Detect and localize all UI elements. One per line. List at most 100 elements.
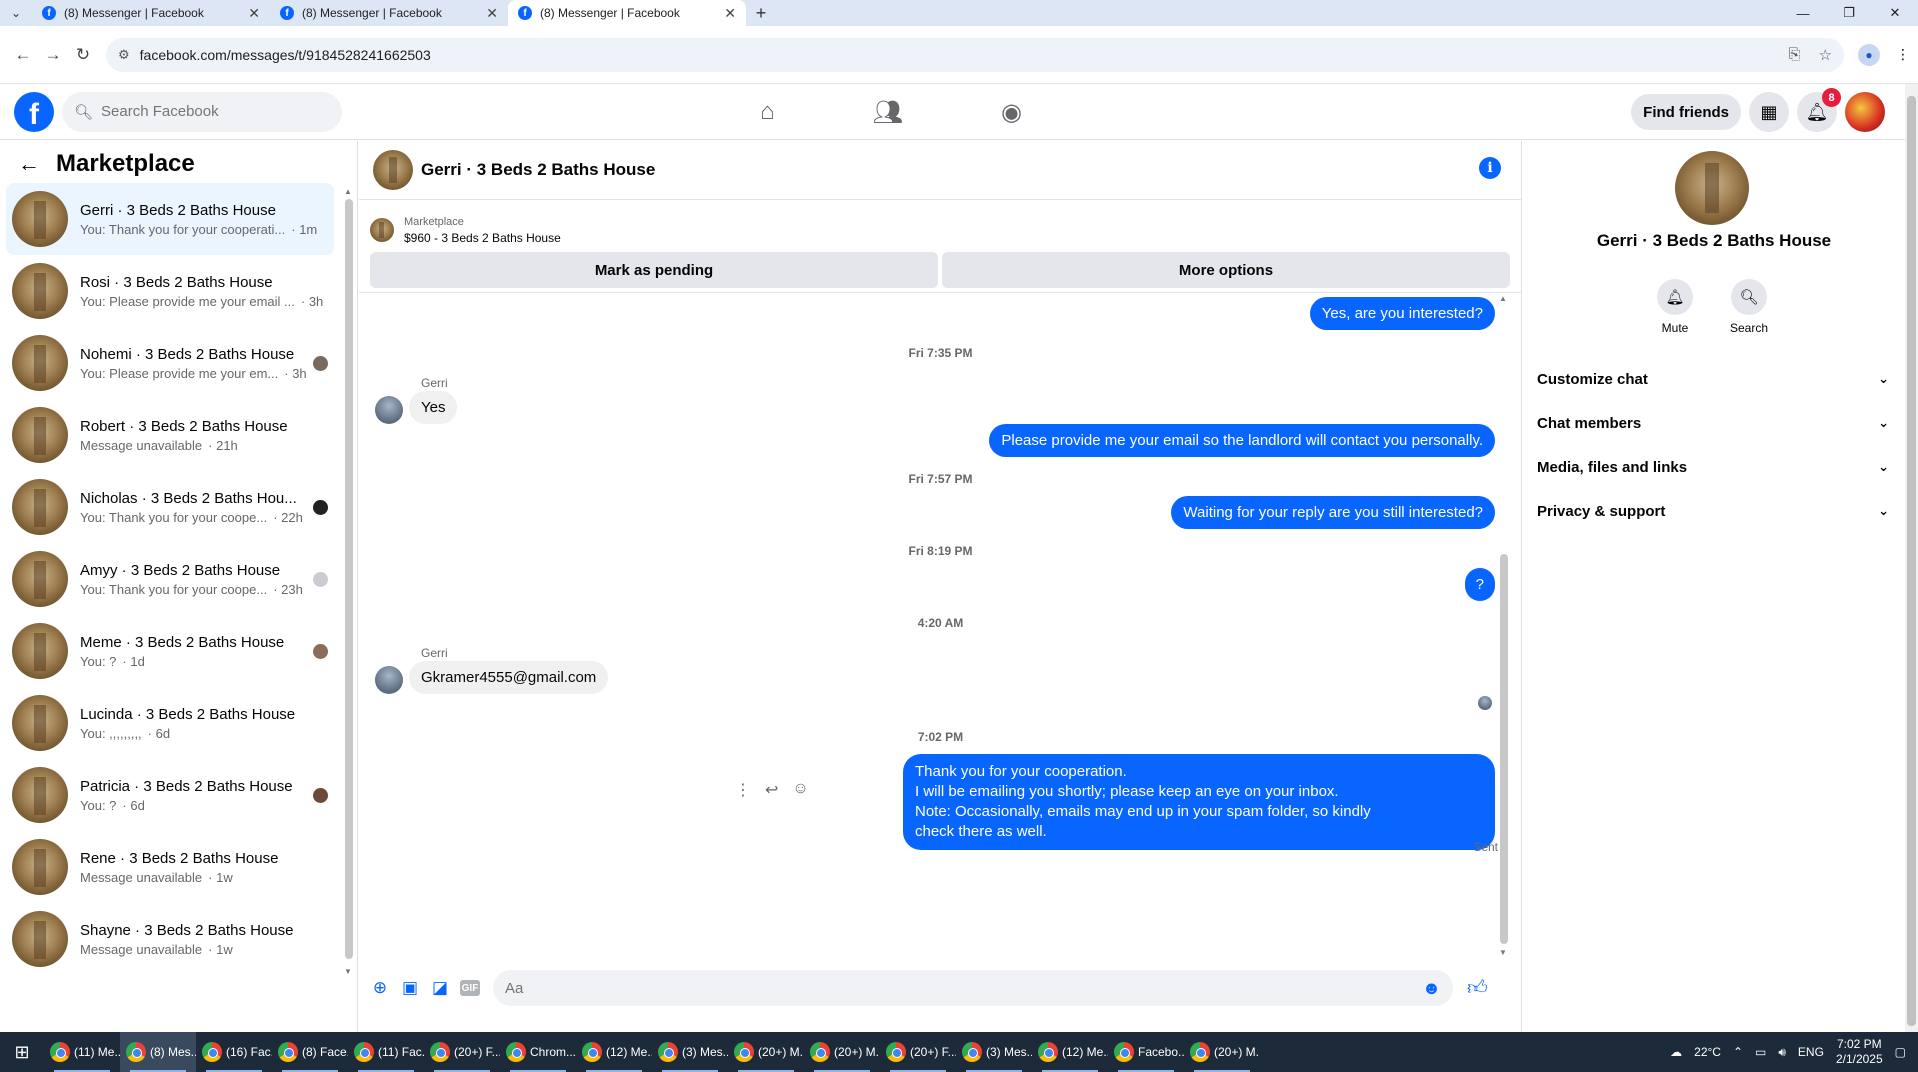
groups-icon[interactable]: ◉ [1001, 98, 1022, 127]
conversation-item[interactable]: Nicholas · 3 Beds 2 Baths Hou... You: Th… [6, 471, 334, 543]
conversation-item[interactable]: Rene · 3 Beds 2 Baths House Message unav… [6, 831, 334, 903]
friends-icon[interactable]: 👥︎ [873, 98, 903, 127]
minimize-icon[interactable]: — [1780, 0, 1826, 26]
windows-start-icon[interactable]: ⊞ [0, 1042, 44, 1063]
outgoing-message[interactable]: Waiting for your reply are you still int… [1171, 496, 1495, 529]
chat-title[interactable]: Gerri · 3 Beds 2 Baths House [421, 160, 655, 180]
page-scrollbar[interactable] [1905, 84, 1918, 1048]
conversation-item[interactable]: Gerri · 3 Beds 2 Baths House You: Thank … [6, 183, 334, 255]
taskbar-item[interactable]: (3) Mes... [652, 1032, 728, 1072]
show-hidden-icons-icon[interactable]: ⌃ [1733, 1045, 1743, 1059]
facebook-search[interactable]: 🔍︎ [62, 91, 342, 132]
notifications-bell-icon[interactable]: 🔔︎ 8 [1797, 88, 1841, 132]
outgoing-message-multiline[interactable]: Thank you for your cooperation. I will b… [903, 754, 1495, 850]
taskbar-item[interactable]: (20+) M... [1184, 1032, 1260, 1072]
outgoing-message[interactable]: Please provide me your email so the land… [989, 424, 1495, 457]
back-arrow-icon[interactable]: ← [18, 151, 40, 177]
new-tab-icon[interactable]: + [746, 0, 776, 26]
chat-members-section[interactable]: Chat members ⌄ [1537, 401, 1889, 445]
mark-as-pending-button[interactable]: Mark as pending [370, 252, 938, 288]
forward-icon[interactable]: → [38, 40, 68, 70]
tab-search-icon[interactable]: ⌄ [0, 0, 32, 26]
close-window-icon[interactable]: ✕ [1872, 0, 1918, 26]
info-icon[interactable]: i [1479, 157, 1501, 179]
sender-avatar[interactable] [375, 396, 403, 424]
scrollbar-thumb[interactable] [1907, 96, 1916, 1026]
taskbar-item[interactable]: (20+) M... [804, 1032, 880, 1072]
taskbar-item[interactable]: (11) Fac... [348, 1032, 424, 1072]
emoji-icon[interactable]: ☻ [1422, 978, 1441, 999]
chat-scrollbar[interactable]: ▲ ▼ [1499, 294, 1509, 958]
scrollbar-thumb[interactable] [1500, 554, 1508, 944]
search-conversation-button[interactable]: 🔍︎ Search [1728, 279, 1770, 335]
message-input[interactable] [505, 979, 1423, 997]
taskbar-item[interactable]: (3) Mes... [956, 1032, 1032, 1072]
url-field[interactable]: ⚙ facebook.com/messages/t/91845282416625… [106, 37, 1844, 72]
taskbar-item-active[interactable]: (8) Mes... [120, 1032, 196, 1072]
browser-tab-active[interactable]: f (8) Messenger | Facebook ✕ [508, 0, 746, 26]
browser-menu-icon[interactable]: ⋮ [1896, 46, 1910, 63]
outgoing-message[interactable]: ? [1464, 568, 1495, 601]
thumbs-up-icon[interactable]: 👍︎ [1467, 976, 1488, 1000]
home-icon[interactable]: ⌂ [760, 98, 775, 126]
notification-center-icon[interactable]: ▢ [1895, 1045, 1906, 1059]
bookmark-star-icon[interactable]: ☆ [1819, 46, 1832, 64]
incoming-message[interactable]: Yes [409, 391, 458, 424]
conversation-item[interactable]: Robert · 3 Beds 2 Baths House Message un… [6, 399, 334, 471]
reply-icon[interactable]: ↩ [765, 780, 778, 800]
details-avatar[interactable] [1675, 151, 1749, 225]
maximize-icon[interactable]: ❐ [1826, 0, 1872, 26]
account-avatar[interactable] [1845, 92, 1885, 132]
sidebar-scrollbar[interactable]: ▲ ▼ [344, 187, 354, 977]
more-options-button[interactable]: More options [942, 252, 1510, 288]
site-settings-icon[interactable]: ⚙ [118, 47, 130, 63]
scroll-down-icon[interactable]: ▼ [344, 967, 352, 976]
browser-tab[interactable]: f (8) Messenger | Facebook ✕ [270, 0, 508, 26]
conversation-item[interactable]: Patricia · 3 Beds 2 Baths House You: ? · … [6, 759, 334, 831]
scroll-up-icon[interactable]: ▲ [1499, 294, 1507, 303]
conversation-item[interactable]: Meme · 3 Beds 2 Baths House You: ? · 1d [6, 615, 334, 687]
facebook-logo-icon[interactable]: f [14, 91, 54, 132]
conversation-item[interactable]: Rosi · 3 Beds 2 Baths House You: Please … [6, 255, 334, 327]
react-emoji-icon[interactable]: ☺ [792, 780, 808, 800]
scroll-up-icon[interactable]: ▲ [344, 187, 352, 196]
menu-grid-icon[interactable]: ▦ [1749, 92, 1789, 132]
network-icon[interactable]: ▭ [1755, 1045, 1766, 1059]
volume-icon[interactable]: 🔊︎ [1778, 1045, 1786, 1060]
close-tab-icon[interactable]: ✕ [486, 5, 498, 22]
taskbar-item[interactable]: (12) Me... [576, 1032, 652, 1072]
search-input[interactable] [101, 103, 302, 120]
media-files-links-section[interactable]: Media, files and links ⌄ [1537, 445, 1889, 489]
conversation-item[interactable]: Amyy · 3 Beds 2 Baths House You: Thank y… [6, 543, 334, 615]
browser-profile-icon[interactable]: ● [1858, 43, 1880, 66]
mute-button[interactable]: 🔔︎ Mute [1654, 279, 1696, 335]
more-icon[interactable]: ⋮ [735, 780, 751, 800]
taskbar-item[interactable]: (8) Face... [272, 1032, 348, 1072]
close-tab-icon[interactable]: ✕ [724, 5, 736, 22]
weather-temp[interactable]: 22°C [1694, 1045, 1721, 1059]
gif-icon[interactable]: GIF [460, 980, 480, 996]
taskbar-item[interactable]: (20+) M... [728, 1032, 804, 1072]
attach-photo-icon[interactable]: ▣ [395, 973, 425, 1003]
taskbar-item[interactable]: (20+) F... [880, 1032, 956, 1072]
back-icon[interactable]: ← [8, 40, 38, 70]
language-indicator[interactable]: ENG [1798, 1045, 1824, 1059]
clock[interactable]: 7:02 PM 2/1/2025 [1836, 1037, 1883, 1067]
conversation-item[interactable]: Nohemi · 3 Beds 2 Baths House You: Pleas… [6, 327, 334, 399]
incoming-message[interactable]: Gkramer4555@gmail.com [409, 661, 609, 694]
sticker-icon[interactable]: ◪ [425, 973, 455, 1003]
taskbar-item[interactable]: (11) Me... [44, 1032, 120, 1072]
browser-tab[interactable]: f (8) Messenger | Facebook ✕ [32, 0, 270, 26]
plus-icon[interactable]: ⊕ [365, 973, 395, 1003]
taskbar-item[interactable]: Facebo... [1108, 1032, 1184, 1072]
scrollbar-thumb[interactable] [345, 199, 353, 959]
chat-avatar[interactable] [373, 150, 413, 190]
listing-info[interactable]: Marketplace $960 - 3 Beds 2 Baths House [370, 210, 1510, 250]
sender-avatar[interactable] [375, 666, 403, 694]
find-friends-button[interactable]: Find friends [1631, 94, 1741, 130]
customize-chat-section[interactable]: Customize chat ⌄ [1537, 357, 1889, 401]
reload-icon[interactable]: ↻ [68, 40, 98, 70]
conversation-item[interactable]: Shayne · 3 Beds 2 Baths House Message un… [6, 903, 334, 975]
taskbar-item[interactable]: (16) Fac... [196, 1032, 272, 1072]
privacy-support-section[interactable]: Privacy & support ⌄ [1537, 489, 1889, 533]
